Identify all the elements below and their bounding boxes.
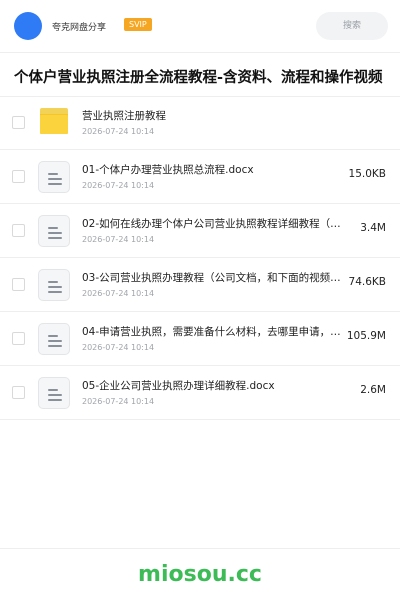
checkbox[interactable] bbox=[12, 386, 25, 399]
list-item[interactable]: 01-个体户办理营业执照总流程.docx 2026-07-24 10:14 15… bbox=[0, 150, 400, 204]
search-input[interactable]: 搜索 bbox=[316, 12, 388, 40]
list-item[interactable]: 05-企业公司营业执照办理详细教程.docx 2026-07-24 10:14 … bbox=[0, 366, 400, 420]
file-date: 2026-07-24 10:14 bbox=[82, 181, 155, 190]
file-name: 02-如何在线办理个体户公司营业执照教程详细教程（… bbox=[82, 218, 341, 230]
checkbox[interactable] bbox=[12, 332, 25, 345]
checkbox[interactable] bbox=[12, 116, 25, 129]
file-list: 营业执照注册教程 2026-07-24 10:14 01-个体户办理营业执照总流… bbox=[0, 96, 400, 420]
file-size: 74.6KB bbox=[348, 276, 386, 288]
avatar[interactable] bbox=[14, 12, 42, 40]
checkbox[interactable] bbox=[12, 224, 25, 237]
file-size: 105.9M bbox=[346, 330, 386, 342]
list-item[interactable]: 02-如何在线办理个体户公司营业执照教程详细教程（… 2026-07-24 10… bbox=[0, 204, 400, 258]
brand-name: 夸克网盘分享 bbox=[52, 23, 107, 33]
file-size: 3.4M bbox=[360, 222, 386, 234]
file-name: 04-申请营业执照，需要准备什么材料，去哪里申请，… bbox=[82, 326, 341, 338]
file-date: 2026-07-24 10:14 bbox=[82, 343, 155, 352]
file-date: 2026-07-24 10:14 bbox=[82, 289, 155, 298]
file-size: 2.6M bbox=[360, 384, 386, 396]
file-date: 2026-07-24 10:14 bbox=[82, 235, 155, 244]
file-name: 营业执照注册教程 bbox=[82, 110, 166, 122]
footer-divider bbox=[0, 548, 400, 549]
watermark: miosou.cc bbox=[138, 562, 262, 587]
file-name: 01-个体户办理营业执照总流程.docx bbox=[82, 164, 254, 176]
list-item[interactable]: 03-公司营业执照办理教程（公司文档，和下面的视频… 2026-07-24 10… bbox=[0, 258, 400, 312]
file-date: 2026-07-24 10:14 bbox=[82, 127, 155, 136]
document-icon bbox=[38, 323, 70, 355]
list-item-folder[interactable]: 营业执照注册教程 2026-07-24 10:14 bbox=[0, 96, 400, 150]
checkbox[interactable] bbox=[12, 278, 25, 291]
header-bar: 夸克网盘分享 SVIP 搜索 bbox=[0, 0, 400, 52]
list-item[interactable]: 04-申请营业执照，需要准备什么材料，去哪里申请，… 2026-07-24 10… bbox=[0, 312, 400, 366]
header-divider bbox=[0, 52, 400, 53]
svip-badge: SVIP bbox=[124, 18, 152, 31]
document-icon bbox=[38, 269, 70, 301]
file-size: 15.0KB bbox=[348, 168, 386, 180]
document-icon bbox=[38, 377, 70, 409]
document-icon bbox=[38, 161, 70, 193]
checkbox[interactable] bbox=[12, 170, 25, 183]
folder-icon bbox=[38, 107, 70, 139]
file-name: 03-公司营业执照办理教程（公司文档，和下面的视频… bbox=[82, 272, 341, 284]
share-title: 个体户营业执照注册全流程教程-含资料、流程和操作视频 bbox=[14, 70, 383, 86]
file-name: 05-企业公司营业执照办理详细教程.docx bbox=[82, 380, 275, 392]
document-icon bbox=[38, 215, 70, 247]
file-date: 2026-07-24 10:14 bbox=[82, 397, 155, 406]
